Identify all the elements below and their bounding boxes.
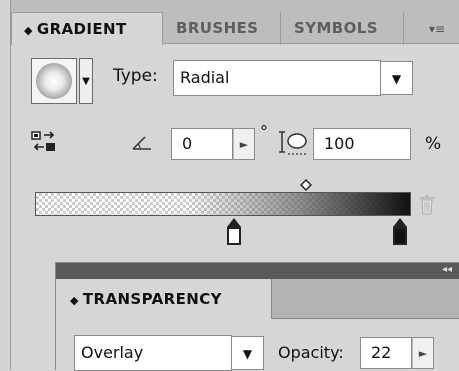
opacity-value: 22 [371, 343, 392, 362]
angle-stepper-arrow-icon[interactable]: ► [233, 128, 255, 160]
opacity-stepper-arrow-icon[interactable]: ► [412, 337, 434, 369]
gradient-stop-black[interactable] [393, 218, 407, 248]
tab-brushes[interactable]: BRUSHES [164, 12, 281, 45]
transparency-titlebar[interactable]: ◂◂ [56, 263, 459, 279]
delete-stop-trash-icon[interactable] [418, 194, 436, 216]
radial-gradient-thumbnail [36, 63, 72, 99]
blend-mode-select[interactable]: Overlay [74, 335, 232, 371]
blend-mode-value: Overlay [81, 343, 144, 362]
aspect-ratio-icon [277, 128, 309, 158]
transparency-panel: ◂◂ ◆ TRANSPARENCY Overlay ▼ Opacity: 22 ► [55, 262, 459, 371]
tab-symbols-label: SYMBOLS [294, 19, 378, 37]
degree-symbol: ° [260, 122, 268, 141]
collapse-panel-icon[interactable]: ◂◂ [442, 264, 452, 275]
collapse-arrows-icon[interactable]: ◆ [24, 24, 33, 37]
blend-mode-dropdown-arrow-icon[interactable]: ▼ [232, 336, 264, 370]
type-select-value: Radial [180, 68, 230, 87]
preview-dropdown-arrow-icon[interactable]: ▼ [79, 58, 93, 104]
panel-menu-icon[interactable]: ▾≡ [429, 22, 445, 36]
stop-pointer-icon [393, 218, 407, 227]
tab-transparency[interactable]: ◆ TRANSPARENCY [56, 279, 272, 319]
angle-input[interactable]: 0 [171, 128, 233, 160]
reverse-gradient-icon[interactable] [31, 130, 57, 154]
opacity-label: Opacity: [278, 343, 344, 362]
angle-icon [131, 134, 153, 152]
gradient-midpoint-diamond-icon[interactable] [300, 176, 312, 191]
aspect-ratio-input[interactable]: 100 [313, 128, 411, 160]
type-dropdown-arrow-icon[interactable]: ▼ [381, 61, 413, 95]
aspect-ratio-value: 100 [324, 134, 355, 153]
type-label: Type: [113, 66, 158, 86]
tab-transparency-label: TRANSPARENCY [82, 290, 222, 308]
stop-color-white [227, 227, 241, 245]
stop-color-black [393, 227, 407, 245]
gradient-preview-swatch[interactable] [31, 58, 77, 104]
angle-value: 0 [182, 134, 193, 153]
tab-brushes-label: BRUSHES [176, 19, 259, 37]
collapse-arrows-icon[interactable]: ◆ [70, 294, 79, 307]
percent-symbol: % [425, 134, 442, 154]
tab-symbols[interactable]: SYMBOLS [282, 12, 404, 45]
tab-gradient[interactable]: ◆ GRADIENT [11, 12, 163, 45]
type-select[interactable]: Radial [173, 60, 381, 96]
gradient-stop-white[interactable] [227, 218, 241, 248]
stop-pointer-icon [227, 218, 241, 227]
tab-gradient-label: GRADIENT [36, 20, 127, 38]
gradient-slider[interactable] [35, 192, 411, 216]
opacity-input[interactable]: 22 [360, 337, 412, 369]
